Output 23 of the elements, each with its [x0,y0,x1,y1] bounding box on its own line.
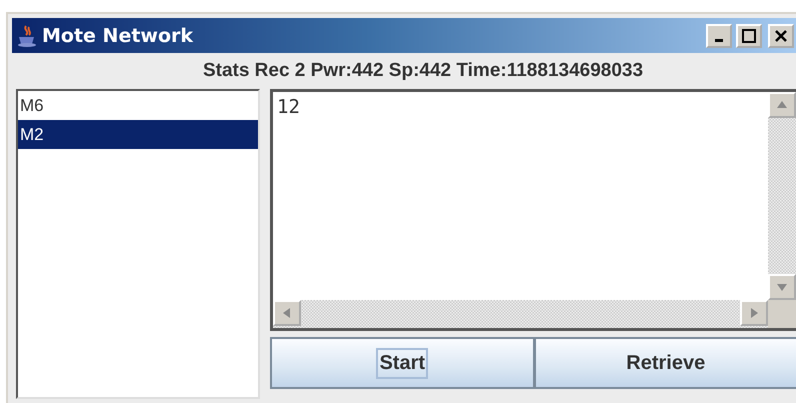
action-button[interactable]: Retrieve [532,339,796,387]
close-button[interactable] [768,24,794,48]
output-text-area[interactable]: 12 [273,92,768,300]
close-icon [774,28,788,42]
list-item[interactable]: M2 [18,120,258,149]
coffee-cup-icon [16,24,38,48]
maximize-icon [742,28,756,42]
horizontal-scrollbar[interactable] [273,300,768,328]
triangle-right-icon [748,307,760,319]
triangle-up-icon [776,99,788,111]
vertical-scrollbar[interactable] [768,92,796,300]
scroll-right-button[interactable] [740,300,768,326]
scroll-down-button[interactable] [768,274,796,300]
minimize-icon [715,39,723,42]
scroll-up-button[interactable] [768,92,796,118]
window-title: Mote Network [42,24,194,46]
scroll-left-button[interactable] [273,300,301,326]
triangle-left-icon [281,307,293,319]
status-label: Stats Rec 2 Pwr:442 Sp:442 Time:1188134698033 [202,59,644,83]
action-button[interactable]: Start [272,339,532,387]
triangle-down-icon [776,281,788,293]
minimize-button[interactable] [706,24,732,48]
maximize-button[interactable] [736,24,762,48]
